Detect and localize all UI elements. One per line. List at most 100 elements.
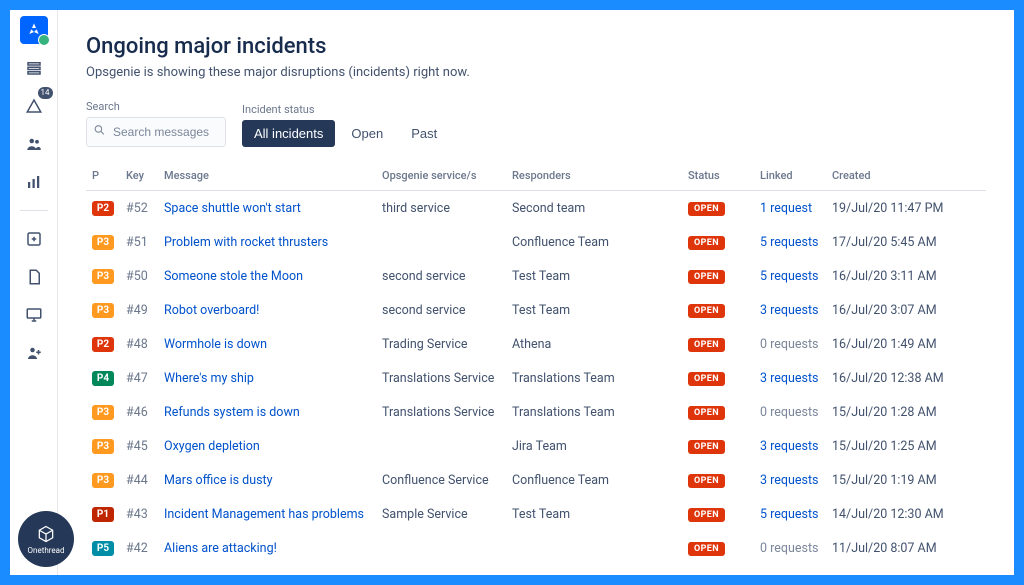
- table-row[interactable]: P1#41All your base are belong to usRefun…: [86, 565, 986, 575]
- status-badge: OPEN: [688, 338, 725, 352]
- incident-message-link[interactable]: All your base are belong to us: [164, 575, 328, 576]
- created-cell: 15/Jul/20 1:28 AM: [826, 395, 986, 429]
- created-cell: 16/Jul/20 12:38 AM: [826, 361, 986, 395]
- incident-message-link[interactable]: Mars office is dusty: [164, 473, 273, 488]
- col-header-linked[interactable]: Linked: [754, 161, 826, 191]
- service-cell: Translations Service: [376, 395, 506, 429]
- search-icon: [93, 124, 106, 141]
- brand-badge[interactable]: Onethread: [18, 511, 74, 567]
- status-badge: OPEN: [688, 270, 725, 284]
- invite-user-icon[interactable]: [20, 339, 48, 367]
- responders-cell: Athena: [506, 327, 682, 361]
- incident-message-link[interactable]: Space shuttle won't start: [164, 201, 301, 216]
- col-header-service[interactable]: Opsgenie service/s: [376, 161, 506, 191]
- priority-badge: P1: [92, 507, 114, 522]
- service-cell: Translations Service: [376, 361, 506, 395]
- add-item-icon[interactable]: [20, 225, 48, 253]
- document-icon[interactable]: [20, 263, 48, 291]
- incident-key: #43: [120, 497, 158, 531]
- table-row[interactable]: P3#44Mars office is dustyConfluence Serv…: [86, 463, 986, 497]
- created-cell: 16/Jul/20 1:49 AM: [826, 327, 986, 361]
- status-badge: OPEN: [688, 236, 725, 250]
- created-cell: 14/Jul/20 12:30 AM: [826, 497, 986, 531]
- incident-key: #46: [120, 395, 158, 429]
- linked-requests-link[interactable]: 3 requests: [760, 303, 819, 318]
- tab-past[interactable]: Past: [399, 120, 449, 147]
- incident-key: #51: [120, 225, 158, 259]
- created-cell: 16/Jul/20 3:11 AM: [826, 259, 986, 293]
- linked-requests-link[interactable]: 5 requests: [760, 269, 819, 284]
- incident-message-link[interactable]: Aliens are attacking!: [164, 541, 277, 556]
- app-logo-icon[interactable]: [20, 16, 48, 44]
- incident-message-link[interactable]: Wormhole is down: [164, 337, 267, 352]
- linked-requests-link: 0 requests: [760, 541, 819, 556]
- created-cell: 19/Jul/20 11:47 PM: [826, 191, 986, 226]
- service-cell: second service: [376, 293, 506, 327]
- priority-badge: P3: [92, 405, 114, 420]
- col-header-status[interactable]: Status: [682, 161, 754, 191]
- incidents-table: P Key Message Opsgenie service/s Respond…: [86, 161, 986, 575]
- page-title: Ongoing major incidents: [86, 34, 986, 59]
- linked-requests-link[interactable]: 1 request: [760, 201, 812, 216]
- col-header-created[interactable]: Created: [826, 161, 986, 191]
- priority-badge: P5: [92, 541, 114, 556]
- incident-message-link[interactable]: Someone stole the Moon: [164, 269, 303, 284]
- tab-all-incidents[interactable]: All incidents: [242, 120, 335, 147]
- col-header-key[interactable]: Key: [120, 161, 158, 191]
- col-header-priority[interactable]: P: [86, 161, 120, 191]
- table-row[interactable]: P3 #46 Refunds system is down Translations …: [86, 395, 986, 429]
- table-row[interactable]: P3#51Problem with rocket thrustersConflu…: [86, 225, 986, 259]
- linked-requests-link[interactable]: 3 requests: [760, 473, 819, 488]
- filter-label: Incident status: [242, 103, 449, 116]
- incident-key: #52: [120, 191, 158, 226]
- incident-message-link[interactable]: Problem with rocket thrusters: [164, 235, 328, 250]
- priority-badge: P3: [92, 303, 114, 318]
- incident-key: #45: [120, 429, 158, 463]
- incident-message-link[interactable]: Where's my ship: [164, 371, 254, 386]
- service-cell: third service: [376, 191, 506, 226]
- monitor-icon[interactable]: [20, 301, 48, 329]
- service-cell: Confluence Service: [376, 463, 506, 497]
- tab-open[interactable]: Open: [339, 120, 395, 147]
- service-cell: Trading Service: [376, 327, 506, 361]
- responders-cell: Billing Team: [506, 565, 682, 575]
- status-badge: OPEN: [688, 202, 725, 216]
- incident-message-link[interactable]: Oxygen depletion: [164, 439, 260, 454]
- service-cell: [376, 531, 506, 565]
- table-row[interactable]: P3#50Someone stole the Moonsecond servic…: [86, 259, 986, 293]
- col-header-responders[interactable]: Responders: [506, 161, 682, 191]
- created-cell: 11/Jul/20 8:07 AM: [826, 531, 986, 565]
- priority-badge: P2: [92, 337, 114, 352]
- table-row[interactable]: P3#49Robot overboard!second serviceTest …: [86, 293, 986, 327]
- table-row[interactable]: P5#42Aliens are attacking!OPEN0 requests…: [86, 531, 986, 565]
- linked-requests-link[interactable]: 1 request: [760, 575, 812, 576]
- table-row[interactable]: P2#48Wormhole is downTrading ServiceAthe…: [86, 327, 986, 361]
- linked-requests-link[interactable]: 3 requests: [760, 371, 819, 386]
- linked-requests-link[interactable]: 5 requests: [760, 235, 819, 250]
- incident-key: #50: [120, 259, 158, 293]
- incident-key: #41: [120, 565, 158, 575]
- created-cell: 16/Jul/20 3:07 AM: [826, 293, 986, 327]
- reports-icon[interactable]: [20, 168, 48, 196]
- service-cell: [376, 429, 506, 463]
- table-row[interactable]: P3#45Oxygen depletionJira TeamOPEN3 requ…: [86, 429, 986, 463]
- incident-message-link[interactable]: Robot overboard!: [164, 303, 259, 318]
- queues-icon[interactable]: [20, 54, 48, 82]
- people-icon[interactable]: [20, 130, 48, 158]
- search-input[interactable]: [86, 117, 226, 147]
- responders-cell: Test Team: [506, 259, 682, 293]
- incident-message-link[interactable]: Refunds system is down: [164, 405, 300, 420]
- table-row[interactable]: P2 #52 Space shuttle won't start third serv…: [86, 191, 986, 226]
- incident-message-link[interactable]: Incident Management has problems: [164, 507, 364, 522]
- status-badge: OPEN: [688, 406, 725, 420]
- table-row[interactable]: P1#43Incident Management has problemsSam…: [86, 497, 986, 531]
- responders-cell: Test Team: [506, 293, 682, 327]
- incidents-icon[interactable]: 14: [20, 92, 48, 120]
- sidebar: 14: [10, 10, 58, 575]
- responders-cell: Translations Team: [506, 395, 682, 429]
- linked-requests-link[interactable]: 3 requests: [760, 439, 819, 454]
- col-header-message[interactable]: Message: [158, 161, 376, 191]
- table-row[interactable]: P4#47Where's my shipTranslations Service…: [86, 361, 986, 395]
- priority-badge: P2: [92, 201, 114, 216]
- linked-requests-link[interactable]: 5 requests: [760, 507, 819, 522]
